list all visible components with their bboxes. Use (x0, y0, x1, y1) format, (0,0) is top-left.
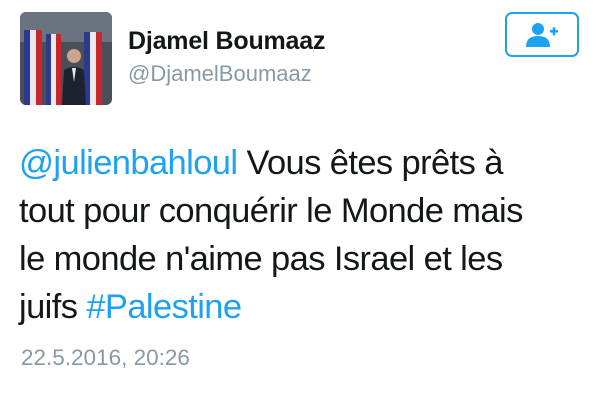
tweet-line-2: tout pour conquérir le Monde mais (19, 192, 523, 230)
avatar-image (20, 12, 112, 105)
tweet-timestamp[interactable]: 22.5.2016, 20:26 (21, 345, 190, 371)
hashtag-link[interactable]: #Palestine (86, 288, 242, 326)
display-name[interactable]: Djamel Boumaaz (128, 27, 325, 56)
tweet-line-3: le monde n'aime pas Israel et les (19, 240, 503, 278)
tweet-card: Djamel Boumaaz @DjamelBoumaaz @julienbah… (0, 0, 600, 401)
mention-link[interactable]: @julienbahloul (19, 144, 238, 182)
add-user-icon (526, 22, 558, 47)
tweet-line-4: juifs #Palestine (19, 283, 589, 331)
user-handle[interactable]: @DjamelBoumaaz (128, 61, 312, 87)
user-avatar[interactable] (20, 12, 112, 105)
tweet-text: @julienbahloul Vous êtes prêts à tout po… (19, 139, 589, 331)
follow-button[interactable] (505, 12, 579, 57)
tweet-line-4-text: juifs (19, 288, 87, 326)
tweet-line-1: @julienbahloul Vous êtes prêts à (19, 139, 589, 187)
tweet-line-1-text: Vous êtes prêts à (237, 144, 503, 182)
